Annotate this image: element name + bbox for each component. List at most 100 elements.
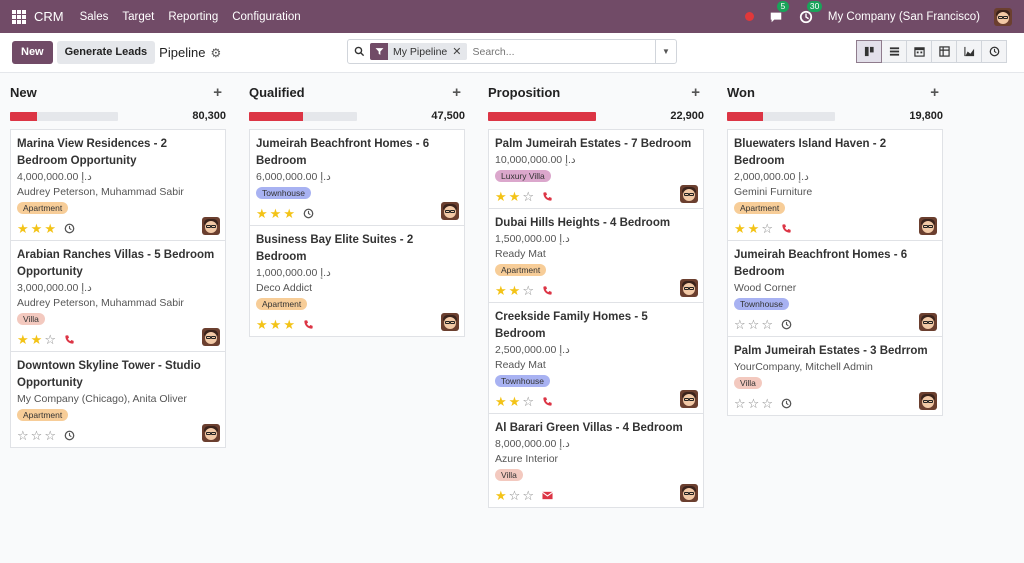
phone-icon[interactable] [303, 319, 314, 330]
menu-item-configuration[interactable]: Configuration [232, 11, 300, 23]
priority-star-icon[interactable]: ★ [256, 207, 268, 220]
email-icon[interactable] [542, 490, 553, 501]
app-brand[interactable]: CRM [34, 9, 64, 24]
record-indicator-icon[interactable] [744, 12, 754, 21]
priority-star-icon[interactable]: ★ [509, 395, 521, 408]
quick-create-icon[interactable]: + [691, 84, 700, 101]
priority-star-icon[interactable]: ★ [509, 190, 521, 203]
priority-star-icon[interactable]: ☆ [17, 429, 29, 442]
kanban-view-icon[interactable] [856, 40, 882, 63]
priority-star-icon[interactable]: ☆ [748, 397, 760, 410]
priority-star-icon[interactable]: ☆ [522, 190, 534, 203]
opportunity-card[interactable]: Marina View Residences - 2 Bedroom Oppor… [10, 129, 226, 241]
priority-star-icon[interactable]: ☆ [761, 222, 773, 235]
priority-star-icon[interactable]: ★ [17, 222, 29, 235]
opportunity-card[interactable]: Palm Jumeirah Estates - 7 Bedroom 10,000,… [488, 129, 704, 209]
search-options-toggle-icon[interactable]: ▼ [655, 40, 676, 63]
priority-star-icon[interactable]: ★ [495, 395, 507, 408]
remove-facet-icon[interactable]: ✕ [452, 45, 466, 58]
opportunity-card[interactable]: Creekside Family Homes - 5 Bedroom 2,500,… [488, 302, 704, 414]
priority-star-icon[interactable]: ★ [283, 318, 295, 331]
priority-star-icon[interactable]: ☆ [522, 284, 534, 297]
priority-star-icon[interactable]: ☆ [522, 395, 534, 408]
opportunity-card[interactable]: Dubai Hills Heights - 4 Bedroom 1,500,000… [488, 208, 704, 303]
salesperson-avatar[interactable] [202, 424, 220, 442]
phone-icon[interactable] [781, 223, 792, 234]
new-button[interactable]: New [12, 41, 53, 64]
priority-star-icon[interactable]: ★ [748, 222, 760, 235]
menu-item-target[interactable]: Target [122, 11, 154, 23]
priority-star-icon[interactable]: ☆ [509, 489, 521, 502]
user-avatar[interactable] [994, 7, 1012, 26]
messages-icon[interactable]: 5 [768, 0, 789, 25]
column-title[interactable]: Proposition [488, 85, 560, 100]
salesperson-avatar[interactable] [919, 392, 937, 410]
priority-star-icon[interactable]: ★ [256, 318, 268, 331]
activity-view-icon[interactable] [981, 40, 1007, 63]
quick-create-icon[interactable]: + [452, 84, 461, 101]
generate-leads-button[interactable]: Generate Leads [56, 41, 156, 64]
salesperson-avatar[interactable] [680, 279, 698, 297]
opportunity-card[interactable]: Jumeirah Beachfront Homes - 6 Bedroom 6,0… [249, 129, 465, 226]
apps-menu-icon[interactable] [12, 9, 26, 24]
opportunity-card[interactable]: Jumeirah Beachfront Homes - 6 Bedroom Woo… [727, 240, 943, 337]
clock-icon[interactable] [781, 319, 792, 330]
priority-star-icon[interactable]: ★ [44, 222, 56, 235]
priority-star-icon[interactable]: ★ [270, 318, 282, 331]
salesperson-avatar[interactable] [680, 185, 698, 203]
salesperson-avatar[interactable] [919, 313, 937, 331]
list-view-icon[interactable] [881, 40, 907, 63]
menu-item-sales[interactable]: Sales [80, 11, 109, 23]
salesperson-avatar[interactable] [202, 217, 220, 235]
phone-icon[interactable] [542, 396, 553, 407]
calendar-view-icon[interactable] [906, 40, 932, 63]
progress-bar[interactable] [249, 111, 357, 121]
priority-star-icon[interactable]: ☆ [44, 429, 56, 442]
column-title[interactable]: Qualified [249, 85, 305, 100]
priority-star-icon[interactable]: ☆ [748, 318, 760, 331]
salesperson-avatar[interactable] [441, 202, 459, 220]
column-title[interactable]: New [10, 85, 37, 100]
phone-icon[interactable] [64, 334, 75, 345]
quick-create-icon[interactable]: + [930, 84, 939, 101]
priority-star-icon[interactable]: ★ [509, 284, 521, 297]
clock-icon[interactable] [781, 398, 792, 409]
pivot-view-icon[interactable] [931, 40, 957, 63]
priority-star-icon[interactable]: ☆ [734, 397, 746, 410]
menu-item-reporting[interactable]: Reporting [168, 11, 218, 23]
search-icon[interactable] [348, 46, 370, 57]
progress-bar[interactable] [10, 111, 118, 121]
priority-star-icon[interactable]: ★ [17, 333, 29, 346]
priority-star-icon[interactable]: ★ [270, 207, 282, 220]
activities-icon[interactable]: 30 [798, 0, 823, 25]
progress-bar[interactable] [488, 111, 596, 121]
priority-star-icon[interactable]: ★ [31, 333, 43, 346]
priority-star-icon[interactable]: ★ [31, 222, 43, 235]
graph-view-icon[interactable] [956, 40, 982, 63]
priority-star-icon[interactable]: ★ [495, 284, 507, 297]
opportunity-card[interactable]: Al Barari Green Villas - 4 Bedroom 8,000,… [488, 413, 704, 508]
phone-icon[interactable] [542, 191, 553, 202]
clock-icon[interactable] [64, 223, 75, 234]
priority-star-icon[interactable]: ★ [734, 222, 746, 235]
opportunity-card[interactable]: Arabian Ranches Villas - 5 Bedroom Oppor… [10, 240, 226, 352]
priority-star-icon[interactable]: ☆ [761, 397, 773, 410]
opportunity-card[interactable]: Business Bay Elite Suites - 2 Bedroom 1,0… [249, 225, 465, 337]
progress-bar[interactable] [727, 111, 835, 121]
priority-star-icon[interactable]: ☆ [761, 318, 773, 331]
priority-star-icon[interactable]: ★ [283, 207, 295, 220]
opportunity-card[interactable]: Downtown Skyline Tower - Studio Opportun… [10, 351, 226, 448]
clock-icon[interactable] [303, 208, 314, 219]
priority-star-icon[interactable]: ☆ [522, 489, 534, 502]
priority-star-icon[interactable]: ★ [495, 190, 507, 203]
salesperson-avatar[interactable] [680, 390, 698, 408]
opportunity-card[interactable]: Palm Jumeirah Estates - 3 Bedrrom YourCom… [727, 336, 943, 416]
priority-star-icon[interactable]: ★ [495, 489, 507, 502]
salesperson-avatar[interactable] [680, 484, 698, 502]
clock-icon[interactable] [64, 430, 75, 441]
salesperson-avatar[interactable] [202, 328, 220, 346]
quick-create-icon[interactable]: + [213, 84, 222, 101]
search-input[interactable] [472, 45, 655, 58]
column-title[interactable]: Won [727, 85, 755, 100]
priority-star-icon[interactable]: ☆ [44, 333, 56, 346]
